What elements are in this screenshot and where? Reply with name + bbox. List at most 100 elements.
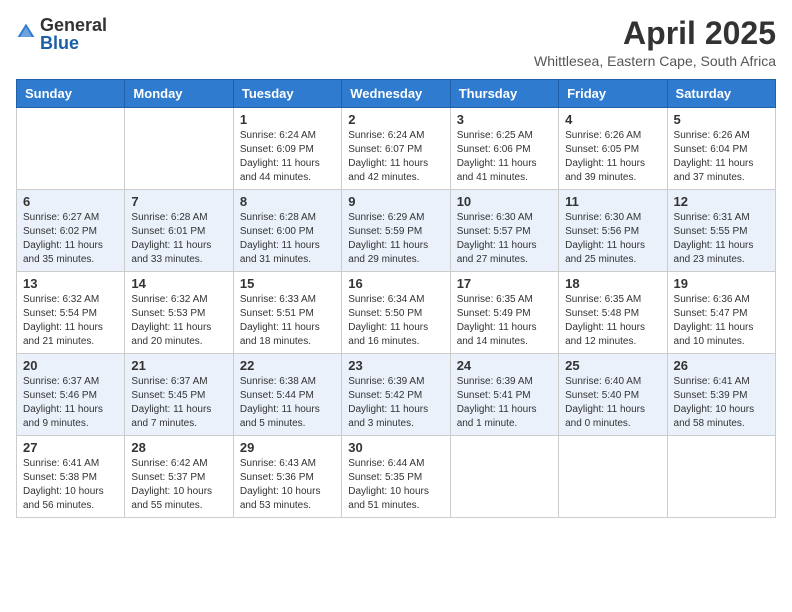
day-number: 27 <box>23 440 118 455</box>
cell-content: Sunrise: 6:27 AMSunset: 6:02 PMDaylight:… <box>23 211 118 267</box>
title-area: April 2025 Whittlesea, Eastern Cape, Sou… <box>534 16 776 69</box>
calendar-week-5: 27Sunrise: 6:41 AMSunset: 5:38 PMDayligh… <box>17 436 776 518</box>
weekday-header-wednesday: Wednesday <box>342 80 450 108</box>
calendar-cell: 22 Sunrise: 6:38 AMSunset: 5:44 PMDayligh… <box>233 354 341 436</box>
cell-content: Sunrise: 6:30 AMSunset: 5:57 PMDaylight:… <box>457 211 552 267</box>
cell-content: Sunrise: 6:36 AMSunset: 5:47 PMDaylight:… <box>674 293 769 349</box>
day-number: 15 <box>240 276 335 291</box>
cell-content: Sunrise: 6:38 AMSunset: 5:44 PMDaylight:… <box>240 375 335 431</box>
day-number: 30 <box>348 440 443 455</box>
calendar-cell: 10 Sunrise: 6:30 AMSunset: 5:57 PMDayligh… <box>450 190 558 272</box>
day-number: 3 <box>457 112 552 127</box>
header: General Blue April 2025 Whittlesea, East… <box>16 16 776 69</box>
calendar-cell: 21 Sunrise: 6:37 AMSunset: 5:45 PMDayligh… <box>125 354 233 436</box>
calendar-cell: 13 Sunrise: 6:32 AMSunset: 5:54 PMDayligh… <box>17 272 125 354</box>
calendar-cell: 25 Sunrise: 6:40 AMSunset: 5:40 PMDayligh… <box>559 354 667 436</box>
calendar-cell <box>125 108 233 190</box>
cell-content: Sunrise: 6:32 AMSunset: 5:54 PMDaylight:… <box>23 293 118 349</box>
day-number: 10 <box>457 194 552 209</box>
day-number: 11 <box>565 194 660 209</box>
day-number: 21 <box>131 358 226 373</box>
calendar-cell: 16 Sunrise: 6:34 AMSunset: 5:50 PMDayligh… <box>342 272 450 354</box>
day-number: 17 <box>457 276 552 291</box>
calendar-cell: 6Sunrise: 6:27 AMSunset: 6:02 PMDaylight… <box>17 190 125 272</box>
weekday-header-saturday: Saturday <box>667 80 775 108</box>
cell-content: Sunrise: 6:44 AMSunset: 5:35 PMDaylight:… <box>348 457 443 513</box>
day-number: 13 <box>23 276 118 291</box>
calendar-cell: 3 Sunrise: 6:25 AMSunset: 6:06 PMDaylight… <box>450 108 558 190</box>
day-number: 12 <box>674 194 769 209</box>
calendar-cell: 15Sunrise: 6:33 AMSunset: 5:51 PMDayligh… <box>233 272 341 354</box>
logo-icon <box>16 22 36 42</box>
cell-content: Sunrise: 6:35 AMSunset: 5:49 PMDaylight:… <box>457 293 552 349</box>
cell-content: Sunrise: 6:42 AMSunset: 5:37 PMDaylight:… <box>131 457 226 513</box>
day-number: 24 <box>457 358 552 373</box>
day-number: 25 <box>565 358 660 373</box>
calendar-week-4: 20 Sunrise: 6:37 AMSunset: 5:46 PMDayligh… <box>17 354 776 436</box>
calendar-cell <box>17 108 125 190</box>
calendar-cell: 20 Sunrise: 6:37 AMSunset: 5:46 PMDayligh… <box>17 354 125 436</box>
cell-content: Sunrise: 6:24 AMSunset: 6:09 PMDaylight:… <box>240 129 335 185</box>
day-number: 4 <box>565 112 660 127</box>
cell-content: Sunrise: 6:37 AMSunset: 5:45 PMDaylight:… <box>131 375 226 431</box>
day-number: 26 <box>674 358 769 373</box>
cell-content: Sunrise: 6:25 AMSunset: 6:06 PMDaylight:… <box>457 129 552 185</box>
calendar-cell: 14 Sunrise: 6:32 AMSunset: 5:53 PMDayligh… <box>125 272 233 354</box>
calendar-week-2: 6Sunrise: 6:27 AMSunset: 6:02 PMDaylight… <box>17 190 776 272</box>
day-number: 8 <box>240 194 335 209</box>
calendar-cell: 11Sunrise: 6:30 AMSunset: 5:56 PMDayligh… <box>559 190 667 272</box>
calendar-cell: 17 Sunrise: 6:35 AMSunset: 5:49 PMDayligh… <box>450 272 558 354</box>
day-number: 5 <box>674 112 769 127</box>
weekday-header-sunday: Sunday <box>17 80 125 108</box>
logo-general-text: General <box>40 16 107 34</box>
cell-content: Sunrise: 6:32 AMSunset: 5:53 PMDaylight:… <box>131 293 226 349</box>
calendar-cell: 12 Sunrise: 6:31 AMSunset: 5:55 PMDayligh… <box>667 190 775 272</box>
cell-content: Sunrise: 6:40 AMSunset: 5:40 PMDaylight:… <box>565 375 660 431</box>
calendar-week-1: 1 Sunrise: 6:24 AMSunset: 6:09 PMDaylight… <box>17 108 776 190</box>
calendar-cell: 24 Sunrise: 6:39 AMSunset: 5:41 PMDayligh… <box>450 354 558 436</box>
calendar-cell <box>667 436 775 518</box>
calendar-cell: 5Sunrise: 6:26 AMSunset: 6:04 PMDaylight… <box>667 108 775 190</box>
calendar-table: SundayMondayTuesdayWednesdayThursdayFrid… <box>16 79 776 518</box>
day-number: 29 <box>240 440 335 455</box>
calendar-cell: 4 Sunrise: 6:26 AMSunset: 6:05 PMDaylight… <box>559 108 667 190</box>
calendar-cell: 18 Sunrise: 6:35 AMSunset: 5:48 PMDayligh… <box>559 272 667 354</box>
cell-content: Sunrise: 6:41 AMSunset: 5:39 PMDaylight:… <box>674 375 769 431</box>
day-number: 7 <box>131 194 226 209</box>
cell-content: Sunrise: 6:39 AMSunset: 5:42 PMDaylight:… <box>348 375 443 431</box>
calendar-cell: 2Sunrise: 6:24 AMSunset: 6:07 PMDaylight… <box>342 108 450 190</box>
day-number: 20 <box>23 358 118 373</box>
day-number: 22 <box>240 358 335 373</box>
calendar-cell <box>559 436 667 518</box>
calendar-cell: 19Sunrise: 6:36 AMSunset: 5:47 PMDayligh… <box>667 272 775 354</box>
cell-content: Sunrise: 6:43 AMSunset: 5:36 PMDaylight:… <box>240 457 335 513</box>
calendar-week-3: 13 Sunrise: 6:32 AMSunset: 5:54 PMDayligh… <box>17 272 776 354</box>
cell-content: Sunrise: 6:28 AMSunset: 6:00 PMDaylight:… <box>240 211 335 267</box>
calendar-cell: 29 Sunrise: 6:43 AMSunset: 5:36 PMDayligh… <box>233 436 341 518</box>
cell-content: Sunrise: 6:31 AMSunset: 5:55 PMDaylight:… <box>674 211 769 267</box>
cell-content: Sunrise: 6:29 AMSunset: 5:59 PMDaylight:… <box>348 211 443 267</box>
day-number: 1 <box>240 112 335 127</box>
cell-content: Sunrise: 6:39 AMSunset: 5:41 PMDaylight:… <box>457 375 552 431</box>
calendar-cell: 1 Sunrise: 6:24 AMSunset: 6:09 PMDaylight… <box>233 108 341 190</box>
cell-content: Sunrise: 6:37 AMSunset: 5:46 PMDaylight:… <box>23 375 118 431</box>
weekday-header-friday: Friday <box>559 80 667 108</box>
logo-blue-text: Blue <box>40 34 107 52</box>
day-number: 23 <box>348 358 443 373</box>
calendar-cell: 26 Sunrise: 6:41 AMSunset: 5:39 PMDayligh… <box>667 354 775 436</box>
cell-content: Sunrise: 6:28 AMSunset: 6:01 PMDaylight:… <box>131 211 226 267</box>
day-number: 28 <box>131 440 226 455</box>
day-number: 16 <box>348 276 443 291</box>
cell-content: Sunrise: 6:24 AMSunset: 6:07 PMDaylight:… <box>348 129 443 185</box>
calendar-cell: 7 Sunrise: 6:28 AMSunset: 6:01 PMDaylight… <box>125 190 233 272</box>
logo: General Blue <box>16 16 107 52</box>
day-number: 14 <box>131 276 226 291</box>
cell-content: Sunrise: 6:26 AMSunset: 6:05 PMDaylight:… <box>565 129 660 185</box>
weekday-header-thursday: Thursday <box>450 80 558 108</box>
cell-content: Sunrise: 6:34 AMSunset: 5:50 PMDaylight:… <box>348 293 443 349</box>
calendar-cell: 30 Sunrise: 6:44 AMSunset: 5:35 PMDayligh… <box>342 436 450 518</box>
location-subtitle: Whittlesea, Eastern Cape, South Africa <box>534 53 776 69</box>
day-number: 18 <box>565 276 660 291</box>
weekday-header-row: SundayMondayTuesdayWednesdayThursdayFrid… <box>17 80 776 108</box>
cell-content: Sunrise: 6:35 AMSunset: 5:48 PMDaylight:… <box>565 293 660 349</box>
